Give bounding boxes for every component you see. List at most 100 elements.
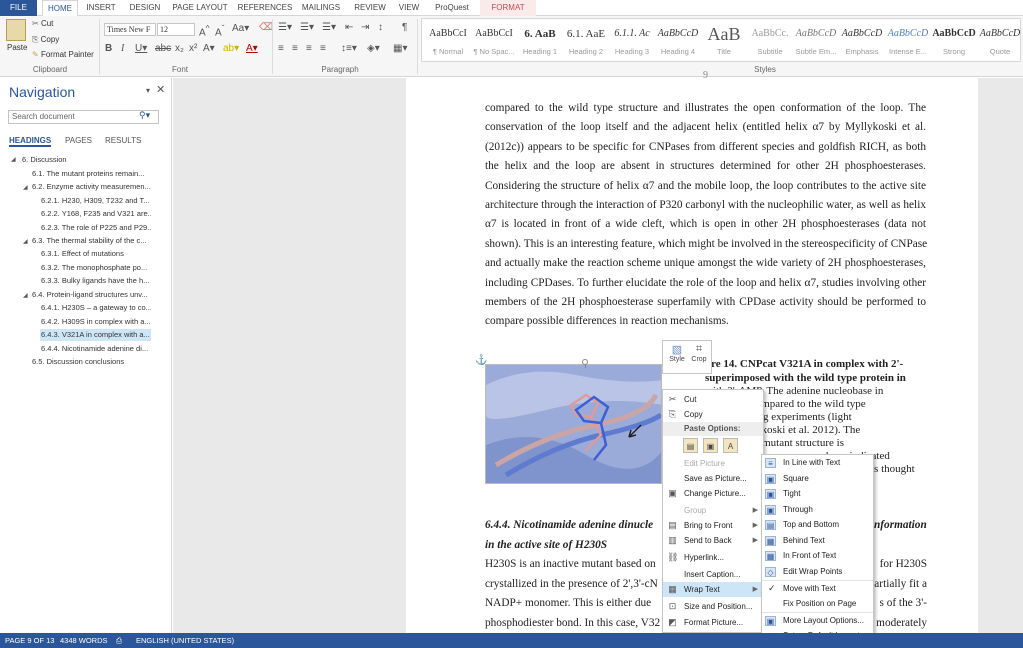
tab-page-layout[interactable]: PAGE LAYOUT [170,0,230,16]
font-color-icon[interactable]: A▾ [246,43,258,54]
tab-results[interactable]: RESULTS [105,136,141,145]
paste-button[interactable]: Paste [7,43,27,52]
crop-button[interactable]: ⌗ Crop [689,343,709,373]
word-count[interactable]: 4348 WORDS [60,633,108,648]
edit-wrap-points[interactable]: ◇ Edit Wrap Points [762,564,873,580]
align-right-icon[interactable]: ≡ [306,43,312,54]
menu-item-format-picture[interactable]: ◩ Format Picture... [663,615,763,630]
menu-item-copy[interactable]: ⎘ Copy [663,407,763,422]
fix-position-on-page[interactable]: Fix Position on Page [762,596,873,612]
nav-heading[interactable]: 6.3.1. Effect of mutations [41,248,151,260]
tab-mailings[interactable]: MAILINGS [298,0,344,16]
wrap-through[interactable]: ▣ Through [762,502,873,518]
text-effects-icon[interactable]: A▾ [203,43,215,54]
menu-item-change-picture[interactable]: ▣ Change Picture... [663,486,763,501]
protein-structure-image[interactable] [485,364,662,484]
style-normal[interactable]: AaBbCcI ¶ Normal [424,21,472,61]
tab-review[interactable]: REVIEW [350,0,390,16]
wrap-inline[interactable]: ≡ In Line with Text [762,455,873,471]
change-case-icon[interactable]: Aa▾ [232,23,249,34]
nav-heading[interactable]: 6.4. Protein-ligand structures unv... [32,289,157,301]
nav-heading[interactable]: 6.2. Enzyme activity measuremen... [32,181,157,193]
style-subtitle[interactable]: AaBbCc. Subtitle [746,21,794,61]
move-with-text[interactable]: ✓ Move with Text [762,580,873,596]
justify-icon[interactable]: ≡ [320,43,326,54]
collapse-icon[interactable]: ◢ [23,184,28,191]
decrease-indent-icon[interactable]: ⇤ [345,22,353,33]
shading-icon[interactable]: ◈▾ [367,43,380,54]
wrap-in-front[interactable]: ▦ In Front of Text [762,548,873,564]
collapse-icon[interactable]: ◢ [11,156,16,163]
nav-heading[interactable]: 6.4.2. H309S in complex with a... [41,316,151,328]
align-center-icon[interactable]: ≡ [292,43,298,54]
nav-heading[interactable]: 6.5. Discussion conclusions [32,356,157,368]
style-heading-2[interactable]: 6.1. AaE Heading 2 [562,21,610,61]
wrap-square[interactable]: ▣ Square [762,471,873,487]
strikethrough-icon[interactable]: abc [155,43,171,54]
borders-icon[interactable]: ▦▾ [393,43,407,54]
sort-icon[interactable]: ↕ [378,22,383,33]
cut-button[interactable]: ✂ Cut [32,19,53,28]
style-intense-emphasis[interactable]: AaBbCcD Intense E... [884,21,932,61]
bold-icon[interactable]: B [105,43,112,54]
tab-pages[interactable]: PAGES [65,136,92,145]
nav-heading[interactable]: 6.2.3. The role of P225 and P29... [41,222,151,234]
format-painter-button[interactable]: ✎ Format Painter [32,50,94,59]
menu-item-save-as-picture[interactable]: Save as Picture... [663,471,763,486]
nav-heading[interactable]: 6. Discussion [22,154,162,166]
style-subtle-emphasis[interactable]: AaBbCcD Subtle Em... [792,21,840,61]
grow-font-icon[interactable]: A^ [199,23,210,38]
style-heading-4[interactable]: AaBbCcD Heading 4 [654,21,702,61]
paste-text-only-icon[interactable]: A [723,438,738,453]
more-layout-options[interactable]: ▣ More Layout Options... [762,612,873,628]
numbering-icon[interactable]: ☰▾ [300,22,314,33]
multilevel-list-icon[interactable]: ☰▾ [322,22,336,33]
increase-indent-icon[interactable]: ⇥ [361,22,369,33]
tab-format[interactable]: FORMAT [480,0,536,16]
highlight-icon[interactable]: ab▾ [223,43,239,54]
nav-heading[interactable]: 6.3. The thermal stability of the c... [32,235,157,247]
show-formatting-icon[interactable]: ¶ [402,22,407,33]
style-strong[interactable]: AaBbCcD Strong [930,21,978,61]
wrap-tight[interactable]: ▣ Tight [762,486,873,502]
menu-item-group[interactable]: Group ▶ [663,503,763,518]
collapse-icon[interactable]: ◢ [23,292,28,299]
style-heading-3[interactable]: 6.1.1. Ac Heading 3 [608,21,656,61]
search-icon[interactable]: ⚲▾ [139,110,150,121]
wrap-top-and-bottom[interactable]: ▤ Top and Bottom [762,517,873,533]
align-left-icon[interactable]: ≡ [278,43,284,54]
tab-home[interactable]: HOME [42,0,78,17]
collapse-icon[interactable]: ◢ [23,238,28,245]
style-quote[interactable]: AaBbCcD Quote [976,21,1023,61]
search-input[interactable]: Search document [8,110,159,124]
tab-design[interactable]: DESIGN [125,0,165,16]
menu-item-send-to-back[interactable]: ▥ Send to Back ▶ [663,533,763,548]
nav-heading[interactable]: 6.1. The mutant proteins remain... [32,168,157,180]
font-name-box[interactable]: Times New F [104,23,156,36]
tab-file[interactable]: FILE [0,0,37,16]
style-button[interactable]: ▧ Style [667,343,687,373]
wrap-behind-text[interactable]: ▦ Behind Text [762,533,873,549]
nav-heading[interactable]: 6.4.1. H230S – a gateway to co... [41,302,151,314]
tab-proquest[interactable]: ProQuest [430,0,474,16]
copy-button[interactable]: ⎘ Copy [32,35,59,45]
language[interactable]: ENGLISH (UNITED STATES) [136,633,234,648]
nav-heading[interactable]: 6.4.4. Nicotinamide adenine di... [41,343,151,355]
nav-heading[interactable]: 6.3.3. Bulky ligands have the h... [41,275,151,287]
paste-icon[interactable] [6,19,26,41]
italic-icon[interactable]: I [121,43,124,54]
style-no-spacing[interactable]: AaBbCcI ¶ No Spac... [470,21,518,61]
nav-heading-selected[interactable]: 6.4.3. V321A in complex with a... [40,329,151,341]
paste-picture-icon[interactable]: ▣ [703,438,718,453]
menu-item-insert-caption[interactable]: Insert Caption... [663,567,763,582]
style-title[interactable]: AaB Title [700,21,748,61]
menu-item-edit-picture[interactable]: Edit Picture [663,456,763,471]
menu-item-bring-to-front[interactable]: ▤ Bring to Front ▶ [663,518,763,533]
tab-references[interactable]: REFERENCES [236,0,294,16]
subscript-icon[interactable]: x₂ [175,43,184,54]
pane-options-icon[interactable]: ▾ [146,86,150,95]
paste-keep-source-icon[interactable]: ▤ [683,438,698,453]
style-emphasis[interactable]: AaBbCcD Emphasis [838,21,886,61]
line-spacing-icon[interactable]: ↕≡▾ [341,43,357,54]
tab-view[interactable]: VIEW [394,0,424,16]
